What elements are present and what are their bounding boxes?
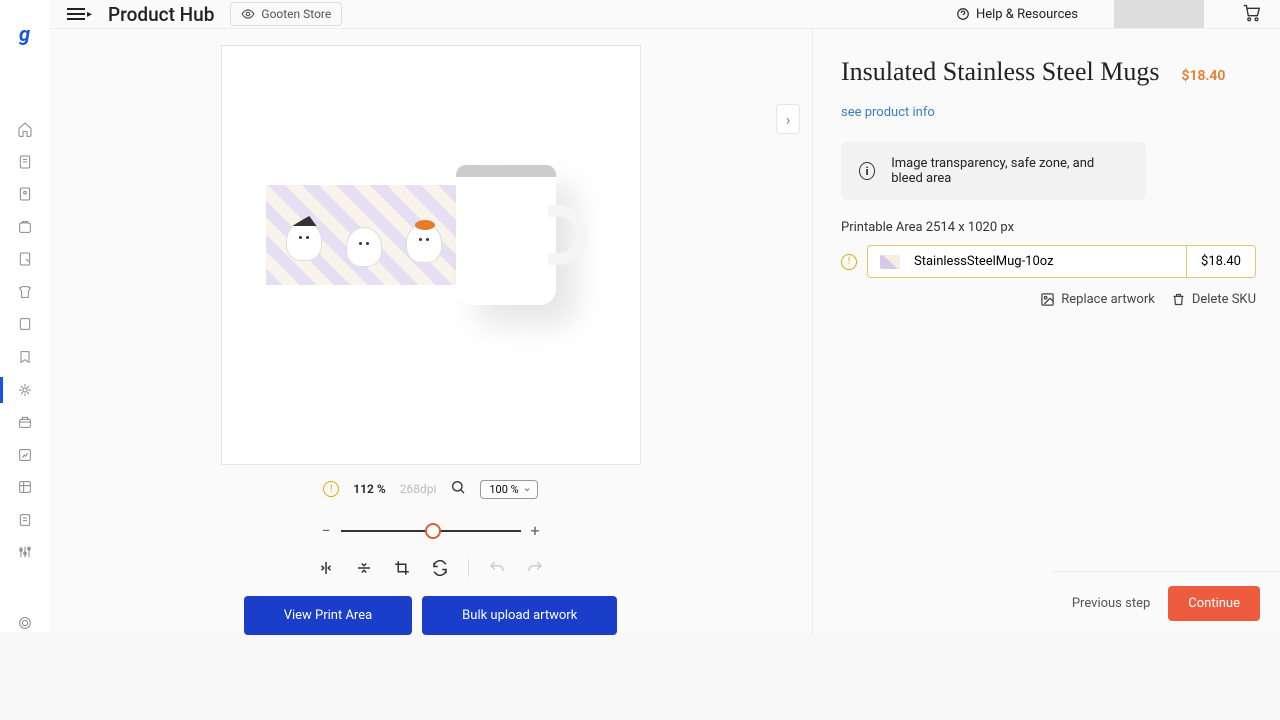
footer-bar: Previous step Continue — [1052, 571, 1280, 635]
help-link[interactable]: Help & Resources — [956, 7, 1078, 22]
replace-artwork-button[interactable]: Replace artwork — [1040, 292, 1155, 307]
info-icon: i — [859, 162, 875, 180]
page-title: Product Hub — [108, 3, 214, 26]
store-selector[interactable]: Gooten Store — [230, 2, 342, 26]
crop-button[interactable] — [392, 558, 412, 578]
brand-logo: g — [19, 22, 30, 46]
nav-target[interactable] — [15, 614, 35, 633]
zoom-in-button[interactable]: + — [531, 521, 540, 540]
align-vertical-button[interactable] — [354, 558, 374, 578]
nav-item-14[interactable] — [15, 543, 35, 562]
nav-item-5[interactable] — [15, 250, 35, 269]
magnifier-icon — [450, 479, 466, 499]
nav-item-13[interactable] — [15, 510, 35, 529]
nav-item-6[interactable] — [15, 283, 35, 302]
image-icon — [1040, 292, 1055, 307]
product-info-link[interactable]: see product info — [841, 105, 1256, 120]
nav-item-12[interactable] — [15, 478, 35, 497]
sku-thumbnail — [880, 255, 900, 269]
continue-button[interactable]: Continue — [1168, 586, 1260, 621]
bulk-upload-button[interactable]: Bulk upload artwork — [422, 596, 617, 635]
cart-button[interactable] — [1240, 1, 1262, 27]
nav-item-8[interactable] — [15, 348, 35, 367]
delete-sku-button[interactable]: Delete SKU — [1171, 292, 1256, 307]
nav-home[interactable] — [15, 120, 35, 139]
sidebar: g — [0, 0, 49, 632]
nav-item-10[interactable] — [15, 413, 35, 432]
menu-toggle[interactable]: ▸ — [67, 8, 92, 20]
chevron-right-icon: ▸ — [87, 9, 92, 20]
chevron-right-icon: › — [786, 110, 791, 129]
zoom-select[interactable]: 100 % — [480, 480, 537, 499]
tool-row — [316, 558, 545, 578]
nav-item-2[interactable] — [15, 153, 35, 172]
printable-area-label: Printable Area 2514 x 1020 px — [841, 220, 1256, 235]
slider-thumb[interactable] — [425, 523, 441, 539]
account-placeholder[interactable] — [1114, 0, 1204, 28]
undo-button[interactable] — [487, 558, 507, 578]
nav-item-4[interactable] — [15, 218, 35, 237]
store-label: Gooten Store — [261, 7, 331, 21]
nav-item-11[interactable] — [15, 445, 35, 464]
align-horizontal-button[interactable] — [316, 558, 336, 578]
zoom-slider-row: − + — [321, 521, 539, 540]
product-preview[interactable] — [221, 45, 641, 465]
nav-product-hub[interactable] — [15, 380, 35, 399]
scale-percent: 112 % — [353, 482, 385, 496]
product-price: $18.40 — [1181, 68, 1225, 84]
rotate-button[interactable] — [430, 558, 450, 578]
redo-button[interactable] — [525, 558, 545, 578]
editor-panel: › ! 112 % 268dpi — [49, 29, 812, 635]
details-panel: Insulated Stainless Steel Mugs $18.40 se… — [812, 29, 1280, 635]
sku-row[interactable]: ! StainlessSteelMug-10oz $18.40 — [841, 245, 1256, 278]
previous-step-link[interactable]: Previous step — [1072, 596, 1150, 611]
info-card[interactable]: i Image transparency, safe zone, and ble… — [841, 142, 1146, 200]
trash-icon — [1171, 292, 1186, 307]
cart-icon — [1240, 1, 1262, 23]
next-preview-button[interactable]: › — [776, 104, 800, 134]
zoom-out-button[interactable]: − — [321, 521, 330, 540]
nav-item-7[interactable] — [15, 315, 35, 334]
warning-icon: ! — [323, 481, 339, 497]
sku-price: $18.40 — [1187, 245, 1256, 278]
eye-icon — [241, 7, 255, 21]
zoom-slider[interactable] — [341, 530, 521, 532]
stats-row: ! 112 % 268dpi 100 % — [323, 479, 537, 499]
hamburger-icon — [67, 8, 85, 20]
product-title: Insulated Stainless Steel Mugs — [841, 57, 1159, 86]
help-icon — [956, 7, 970, 21]
view-print-area-button[interactable]: View Print Area — [244, 596, 412, 635]
sku-name: StainlessSteelMug-10oz — [914, 254, 1054, 269]
dpi-value: 268dpi — [400, 482, 437, 496]
topbar: ▸ Product Hub Gooten Store Help & Resour… — [49, 0, 1280, 29]
warning-icon: ! — [841, 254, 857, 270]
nav-item-3[interactable] — [15, 185, 35, 204]
editor-buttons: View Print Area Bulk upload artwork — [244, 596, 618, 635]
mockup-image — [266, 165, 596, 345]
